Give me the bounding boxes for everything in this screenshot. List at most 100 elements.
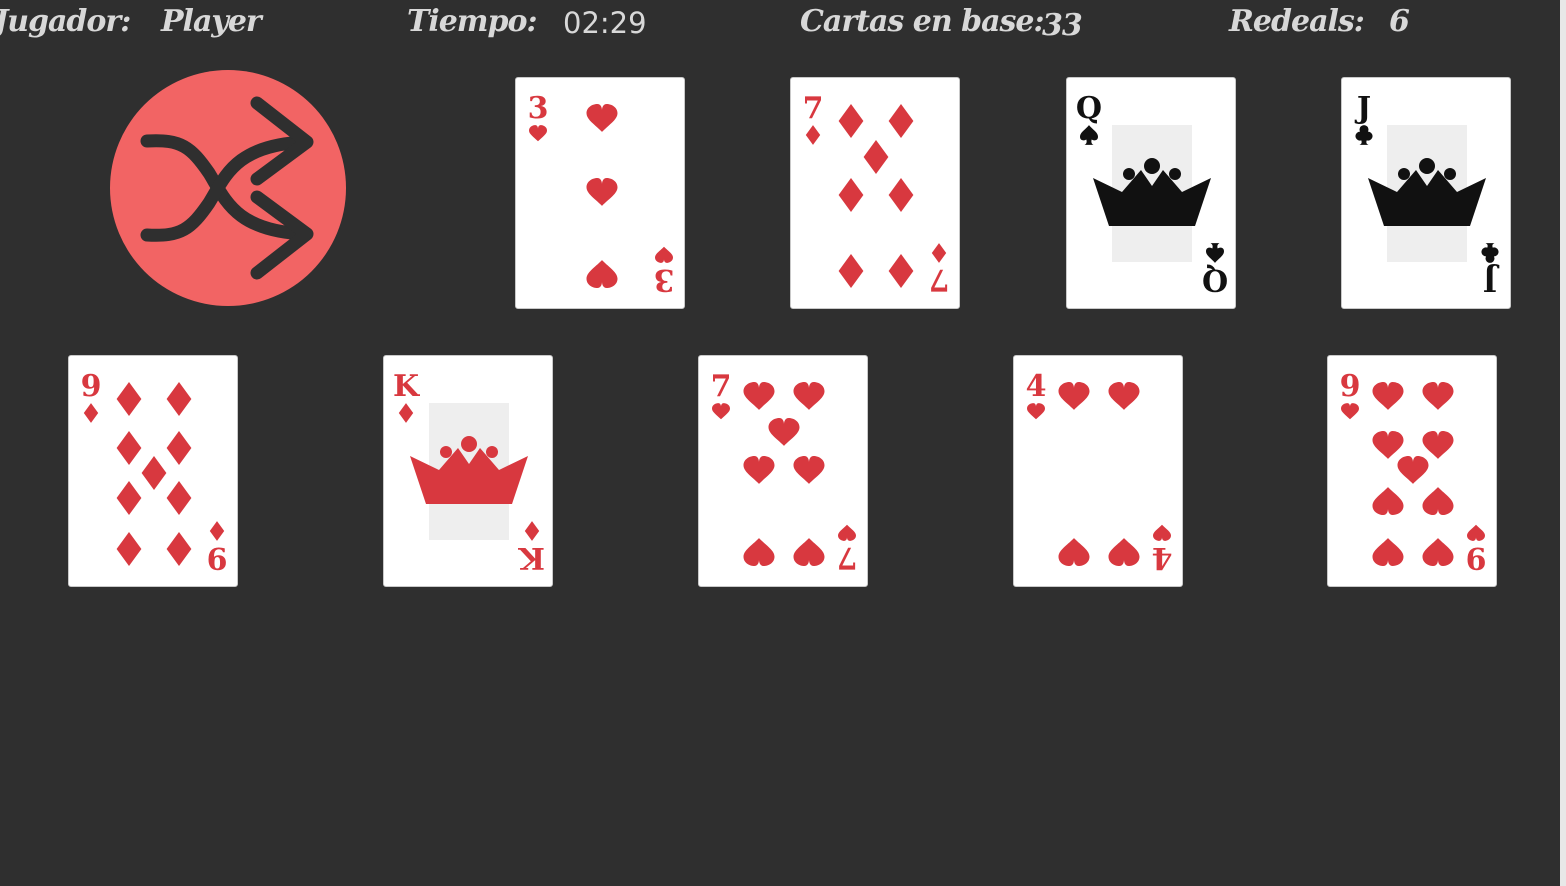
foundation-card[interactable]: QQ — [1066, 77, 1236, 309]
card-rank-label: J — [1354, 91, 1371, 126]
time-value: 02:29 — [563, 6, 647, 40]
redeals-value: 6 — [1389, 4, 1410, 39]
diamond-pip-icon — [398, 403, 414, 423]
foundation-card[interactable]: 33 — [515, 77, 685, 309]
card-rank-label-inverted: K — [518, 540, 545, 575]
card-face: QQ — [1076, 91, 1228, 297]
diamond-pip-icon — [166, 531, 192, 567]
card-face: JJ — [1354, 91, 1500, 297]
diamond-pip-icon — [838, 103, 864, 139]
tableau-card[interactable]: 77 — [698, 355, 868, 587]
heart-pip-icon — [529, 125, 547, 142]
heart-pip-icon — [793, 455, 825, 484]
heart-pip-icon — [1397, 455, 1429, 484]
diamond-pip-icon — [116, 381, 142, 417]
card-face: 77 — [711, 369, 858, 575]
heart-pip-icon — [1422, 381, 1454, 410]
heart-pip-icon — [1422, 430, 1454, 459]
crown-icon — [410, 403, 528, 540]
heart-pip-icon — [1422, 487, 1454, 516]
heart-pip-icon — [1341, 403, 1359, 420]
player-label: Jugador: — [0, 4, 131, 39]
heart-pip-icon — [1372, 430, 1404, 459]
heart-pip-icon — [1372, 381, 1404, 410]
diamond-pip-icon — [166, 430, 192, 466]
time-label: Tiempo: — [407, 4, 538, 39]
card-rank-label: 9 — [81, 369, 102, 404]
base-cards-label: Cartas en base: — [800, 4, 1045, 39]
heart-pip-icon — [743, 455, 775, 484]
heart-pip-icon — [1153, 524, 1171, 541]
diamond-pip-icon — [83, 403, 99, 423]
diamond-pip-icon — [931, 243, 947, 263]
diamond-pip-icon — [116, 480, 142, 516]
diamond-pip-icon — [888, 177, 914, 213]
tableau-card[interactable]: 44 — [1013, 355, 1183, 587]
diamond-pip-icon — [805, 125, 821, 145]
card-rank-label: Q — [1076, 91, 1102, 126]
player-name: Player — [161, 4, 262, 39]
card-rank-label: 3 — [528, 91, 549, 126]
card-rank-label-inverted: 3 — [654, 262, 675, 297]
heart-pip-icon — [1108, 381, 1140, 410]
card-rank-label-inverted: 4 — [1152, 540, 1173, 575]
heart-pip-icon — [1058, 538, 1090, 567]
foundation-card[interactable]: JJ — [1341, 77, 1511, 309]
diamond-pip-icon — [524, 521, 540, 541]
card-rank-label: K — [393, 369, 420, 404]
diamond-pip-icon — [888, 253, 914, 289]
base-cards-value: 33 — [1042, 8, 1083, 43]
tableau-card[interactable]: KK — [383, 355, 553, 587]
redeals-label: Redeals: — [1229, 4, 1365, 39]
card-face: 99 — [1340, 369, 1487, 575]
heart-pip-icon — [586, 260, 618, 289]
diamond-pip-icon — [166, 480, 192, 516]
card-rank-label-inverted: 9 — [1466, 540, 1487, 575]
heart-pip-icon — [586, 177, 618, 206]
tableau-card[interactable]: 99 — [1327, 355, 1497, 587]
spade-pip-icon — [1080, 125, 1098, 145]
diamond-pip-icon — [141, 455, 167, 491]
diamond-pip-icon — [116, 430, 142, 466]
club-pip-icon — [1481, 243, 1499, 263]
diamond-pip-icon — [838, 253, 864, 289]
heart-pip-icon — [793, 381, 825, 410]
card-rank-label-inverted: Q — [1202, 262, 1228, 297]
card-rank-label: 9 — [1340, 369, 1361, 404]
card-rank-label-inverted: 9 — [207, 540, 228, 575]
shuffle-button[interactable] — [109, 69, 347, 307]
card-face: 33 — [528, 91, 675, 297]
card-rank-label-inverted: J — [1483, 262, 1500, 297]
heart-pip-icon — [655, 246, 673, 263]
tableau-card[interactable]: 99 — [68, 355, 238, 587]
card-rank-label: 7 — [711, 369, 732, 404]
diamond-pip-icon — [209, 521, 225, 541]
heart-pip-icon — [1108, 538, 1140, 567]
card-face: 77 — [803, 91, 950, 297]
heart-pip-icon — [1422, 538, 1454, 567]
shuffle-icon — [110, 70, 346, 306]
heart-pip-icon — [1058, 381, 1090, 410]
diamond-pip-icon — [838, 177, 864, 213]
heart-pip-icon — [743, 538, 775, 567]
heart-pip-icon — [1027, 403, 1045, 420]
diamond-pip-icon — [888, 103, 914, 139]
card-rank-label: 7 — [803, 91, 824, 126]
foundation-card[interactable]: 77 — [790, 77, 960, 309]
card-rank-label: 4 — [1026, 369, 1047, 404]
card-face: 44 — [1026, 369, 1173, 575]
heart-pip-icon — [586, 103, 618, 132]
spade-pip-icon — [1206, 243, 1224, 263]
card-rank-label-inverted: 7 — [837, 540, 858, 575]
diamond-pip-icon — [116, 531, 142, 567]
crown-icon — [1093, 125, 1211, 262]
heart-pip-icon — [768, 417, 800, 446]
diamond-pip-icon — [166, 381, 192, 417]
diamond-pip-icon — [863, 139, 889, 175]
crown-icon — [1368, 125, 1486, 262]
heart-pip-icon — [1372, 487, 1404, 516]
heart-pip-icon — [793, 538, 825, 567]
status-bar: Jugador: Player Tiempo: 02:29 Cartas en … — [0, 0, 1566, 46]
heart-pip-icon — [712, 403, 730, 420]
card-rank-label-inverted: 7 — [929, 262, 950, 297]
